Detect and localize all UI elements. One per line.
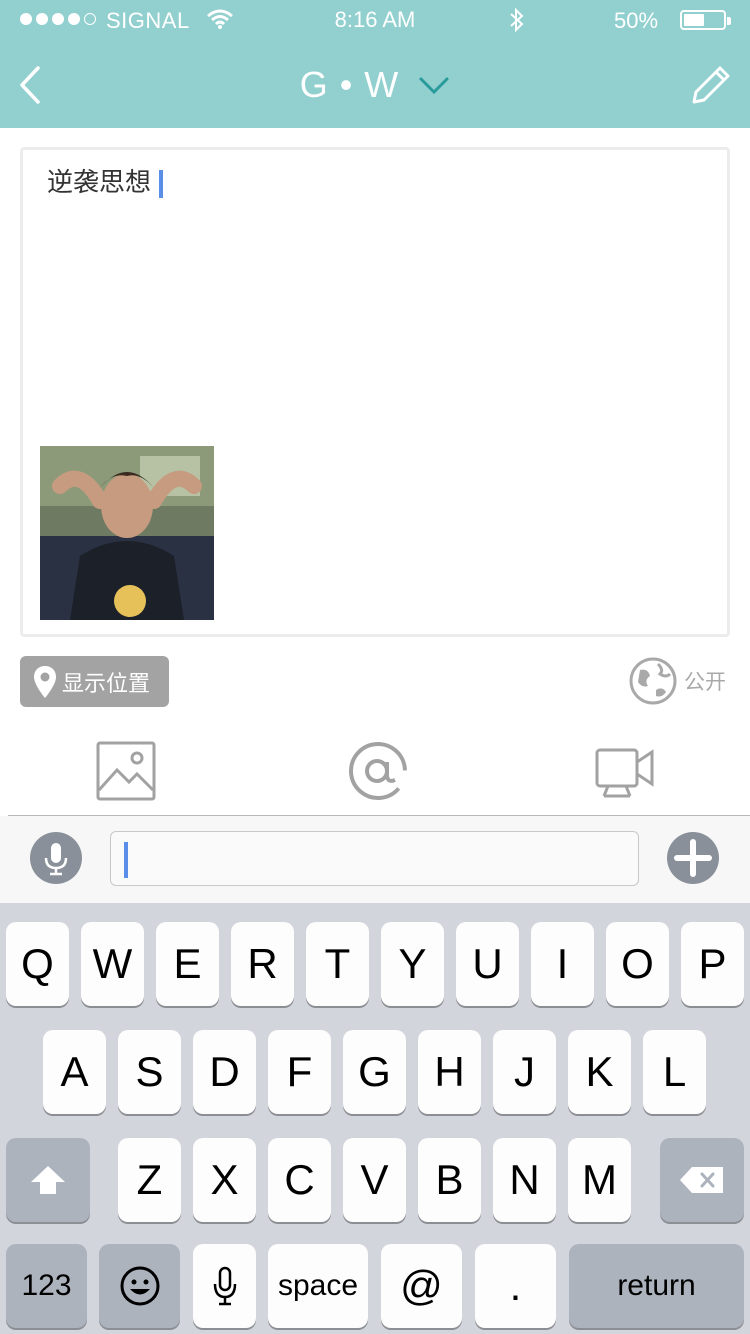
- key-a[interactable]: A: [43, 1030, 106, 1114]
- page-title[interactable]: G • W: [0, 62, 750, 106]
- location-pin-icon: [34, 665, 56, 698]
- status-bar: SIGNAL 8:16 AM 50%: [0, 0, 750, 40]
- microphone-icon: [44, 843, 68, 876]
- key-o[interactable]: O: [606, 922, 669, 1006]
- key-g[interactable]: G: [343, 1030, 406, 1114]
- key-n[interactable]: N: [493, 1138, 556, 1222]
- key-w[interactable]: W: [81, 922, 144, 1006]
- battery-percent: 50%: [614, 8, 659, 33]
- key-s[interactable]: S: [118, 1030, 181, 1114]
- plus-icon: [674, 839, 712, 877]
- image-picker-icon[interactable]: [95, 740, 157, 802]
- voice-input-button[interactable]: [30, 832, 82, 884]
- key-e[interactable]: E: [156, 922, 219, 1006]
- key-q[interactable]: Q: [6, 922, 69, 1006]
- compose-content: 逆袭思想: [47, 162, 164, 199]
- key-y[interactable]: Y: [381, 922, 444, 1006]
- key-u[interactable]: U: [456, 922, 519, 1006]
- message-input-bar: [0, 816, 750, 903]
- page-title-text: G • W: [299, 64, 400, 106]
- at-key[interactable]: @: [381, 1244, 462, 1328]
- backspace-key[interactable]: [660, 1138, 744, 1222]
- show-location-button[interactable]: 显示位置: [20, 656, 169, 707]
- globe-icon: [629, 657, 677, 705]
- compose-text-area[interactable]: 逆袭思想: [20, 147, 730, 637]
- return-key[interactable]: return: [569, 1244, 744, 1328]
- shift-key[interactable]: [6, 1138, 90, 1222]
- key-m[interactable]: M: [568, 1138, 631, 1222]
- key-r[interactable]: R: [231, 922, 294, 1006]
- period-key[interactable]: .: [475, 1244, 556, 1328]
- key-z[interactable]: Z: [118, 1138, 181, 1222]
- key-j[interactable]: J: [493, 1030, 556, 1114]
- key-v[interactable]: V: [343, 1138, 406, 1222]
- emoji-smiley-icon: [120, 1266, 159, 1306]
- numbers-key[interactable]: 123: [6, 1244, 87, 1328]
- show-location-label: 显示位置: [62, 671, 151, 697]
- chevron-down-icon: [419, 77, 449, 95]
- emoji-key[interactable]: [99, 1244, 180, 1328]
- video-camera-icon[interactable]: [594, 740, 656, 802]
- message-text-field[interactable]: [110, 831, 639, 886]
- key-x[interactable]: X: [193, 1138, 256, 1222]
- message-input[interactable]: [111, 832, 638, 885]
- key-f[interactable]: F: [268, 1030, 331, 1114]
- key-p[interactable]: P: [681, 922, 744, 1006]
- shift-arrow-icon: [31, 1166, 65, 1194]
- key-c[interactable]: C: [268, 1138, 331, 1222]
- key-t[interactable]: T: [306, 922, 369, 1006]
- text-cursor: [159, 169, 164, 198]
- key-l[interactable]: L: [643, 1030, 706, 1114]
- key-d[interactable]: D: [193, 1030, 256, 1114]
- mention-at-icon[interactable]: [347, 740, 409, 802]
- bluetooth-icon: [508, 7, 526, 39]
- top-bar: SIGNAL 8:16 AM 50% G • W: [0, 0, 750, 128]
- microphone-icon: [213, 1266, 236, 1306]
- key-k[interactable]: K: [568, 1030, 631, 1114]
- edit-pencil-button[interactable]: [686, 62, 734, 110]
- add-attachment-button[interactable]: [667, 832, 719, 884]
- privacy-public-toggle[interactable]: 公开: [628, 656, 726, 706]
- space-key[interactable]: space: [268, 1244, 368, 1328]
- backspace-icon: [680, 1167, 723, 1193]
- key-b[interactable]: B: [418, 1138, 481, 1222]
- key-h[interactable]: H: [418, 1030, 481, 1114]
- compose-text: 逆袭思想: [47, 168, 152, 198]
- attached-photo-thumbnail[interactable]: [40, 446, 214, 620]
- privacy-label: 公开: [684, 670, 726, 694]
- keyboard: Q W E R T Y U I O P A S D F G H J K L Z …: [0, 903, 750, 1334]
- key-i[interactable]: I: [531, 922, 594, 1006]
- compose-toolbar: [0, 730, 750, 816]
- dictation-key[interactable]: [193, 1244, 256, 1328]
- battery-icon: [680, 10, 731, 30]
